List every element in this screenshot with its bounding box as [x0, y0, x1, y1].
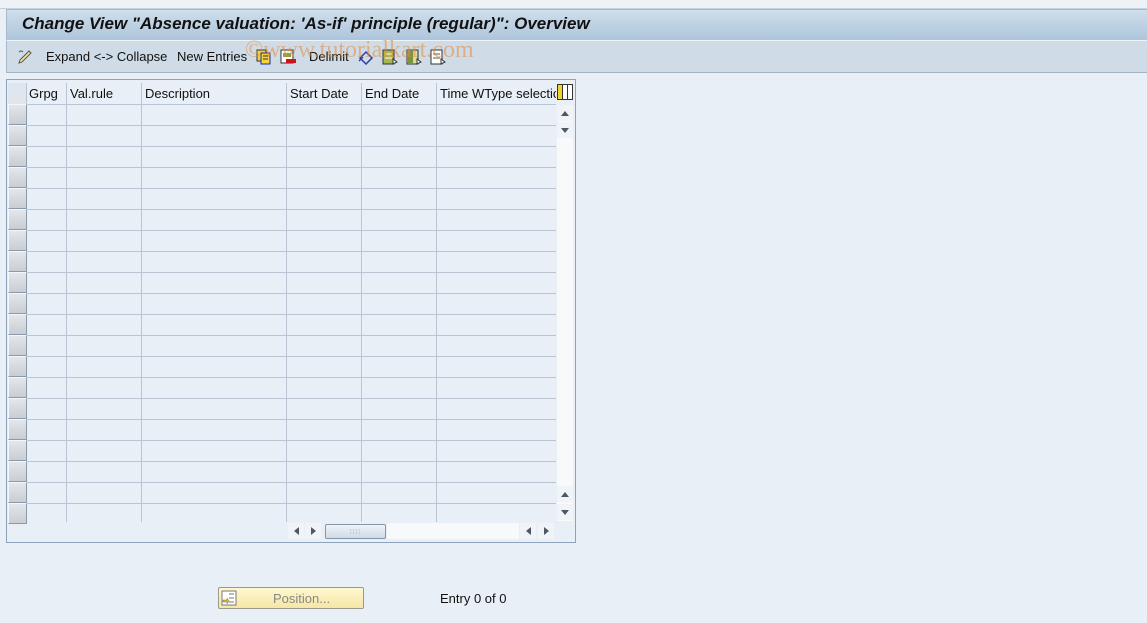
horizontal-scrollbar-thumb[interactable]: ∷∷ [325, 524, 386, 539]
column-header-val-rule[interactable]: Val.rule [67, 83, 142, 104]
deselect-all-icon [430, 49, 446, 65]
scroll-down-button[interactable] [557, 122, 573, 138]
display-change-button[interactable] [17, 41, 33, 72]
table-row[interactable] [26, 147, 556, 167]
arrow-right-icon [543, 527, 549, 535]
arrow-up-icon [561, 110, 569, 116]
table-row[interactable] [26, 273, 556, 293]
table-row[interactable] [26, 294, 556, 314]
arrow-down-icon [561, 509, 569, 515]
select-all-icon [382, 49, 398, 65]
table-row[interactable] [26, 210, 556, 230]
delimit-button[interactable]: Delimit [309, 41, 349, 72]
table-row[interactable] [26, 357, 556, 377]
row-selector[interactable] [8, 377, 27, 398]
row-selector[interactable] [8, 188, 27, 209]
table-row[interactable] [26, 336, 556, 356]
table-control: Grpg Val.rule Description Start Date End… [6, 79, 576, 543]
delete-button[interactable] [280, 41, 296, 72]
row-selector[interactable] [8, 419, 27, 440]
new-entries-label: New Entries [177, 49, 248, 64]
arrow-down-icon [561, 127, 569, 133]
scroll-left-button[interactable] [520, 523, 536, 539]
row-selector[interactable] [8, 146, 27, 167]
expand-collapse-label: Expand <-> Collapse [46, 49, 168, 64]
select-block-icon [406, 49, 422, 65]
position-button[interactable]: Position... [218, 587, 364, 609]
entry-counter: Entry 0 of 0 [440, 591, 507, 606]
delete-icon [280, 49, 296, 65]
arrow-up-icon [561, 491, 569, 497]
row-selector[interactable] [8, 104, 27, 125]
deselect-all-button[interactable] [430, 41, 446, 72]
scroll-left-fixed-button[interactable] [288, 523, 304, 539]
table-row[interactable] [26, 252, 556, 272]
scroll-right-button[interactable] [538, 523, 554, 539]
expand-collapse-button[interactable]: Expand <-> Collapse [46, 41, 167, 72]
table-row[interactable] [26, 420, 556, 440]
column-header-time-wtype-selection[interactable]: Time WType selectio [437, 83, 556, 104]
row-selector[interactable] [8, 125, 27, 146]
top-strip [0, 0, 1147, 9]
delimit-label: Delimit [309, 49, 349, 64]
scroll-page-up-button[interactable] [557, 486, 573, 502]
column-configuration-button[interactable] [557, 84, 573, 100]
table-row[interactable] [26, 168, 556, 188]
table-header: Grpg Val.rule Description Start Date End… [26, 83, 575, 104]
row-selector[interactable] [8, 314, 27, 335]
column-header-end-date[interactable]: End Date [362, 83, 437, 104]
row-selector[interactable] [8, 398, 27, 419]
column-header-start-date[interactable]: Start Date [287, 83, 362, 104]
select-block-button[interactable] [406, 41, 422, 72]
select-all-button[interactable] [382, 41, 398, 72]
row-selector[interactable] [8, 482, 27, 503]
row-selector[interactable] [8, 356, 27, 377]
table-row[interactable] [26, 126, 556, 146]
table-row[interactable] [26, 105, 556, 125]
table-row[interactable] [26, 231, 556, 251]
row-selector[interactable] [8, 272, 27, 293]
row-selector[interactable] [8, 503, 27, 524]
copy-button[interactable] [256, 41, 272, 72]
table-row[interactable] [26, 189, 556, 209]
position-icon [221, 590, 237, 606]
page-title: Change View "Absence valuation: 'As-if' … [22, 14, 590, 33]
table-row[interactable] [26, 441, 556, 461]
table-row[interactable] [26, 399, 556, 419]
table-row[interactable] [26, 315, 556, 335]
arrow-right-icon [310, 527, 316, 535]
undo-change-icon [358, 49, 374, 65]
table-row[interactable] [26, 483, 556, 503]
scroll-right-fixed-button[interactable] [305, 523, 321, 539]
row-selector[interactable] [8, 209, 27, 230]
row-selector[interactable] [8, 461, 27, 482]
table-body [26, 104, 556, 522]
column-header-grpg[interactable]: Grpg [26, 83, 67, 104]
select-all-rows-button[interactable] [8, 83, 27, 104]
new-entries-button[interactable]: New Entries [177, 41, 247, 72]
table-row[interactable] [26, 378, 556, 398]
column-header-description[interactable]: Description [142, 83, 287, 104]
arrow-left-icon [525, 527, 531, 535]
scroll-page-down-button[interactable] [557, 504, 573, 520]
row-selector[interactable] [8, 251, 27, 272]
title-bar: Change View "Absence valuation: 'As-if' … [6, 9, 1147, 40]
copy-icon [256, 49, 272, 65]
arrow-left-icon [293, 527, 299, 535]
table-row[interactable] [26, 504, 556, 524]
horizontal-scrollbar-track[interactable] [387, 523, 519, 539]
table-row[interactable] [26, 462, 556, 482]
application-toolbar: Expand <-> Collapse New Entries Delimit [6, 40, 1147, 73]
undo-change-button[interactable] [358, 41, 374, 72]
display-change-icon [17, 49, 33, 65]
row-selector-column [8, 83, 27, 524]
row-selector[interactable] [8, 440, 27, 461]
row-selector[interactable] [8, 293, 27, 314]
position-button-label: Position... [273, 591, 331, 606]
scroll-up-button[interactable] [557, 105, 573, 121]
row-selector[interactable] [8, 167, 27, 188]
vertical-scrollbar[interactable] [557, 105, 573, 521]
row-selector[interactable] [8, 335, 27, 356]
row-selector[interactable] [8, 230, 27, 251]
